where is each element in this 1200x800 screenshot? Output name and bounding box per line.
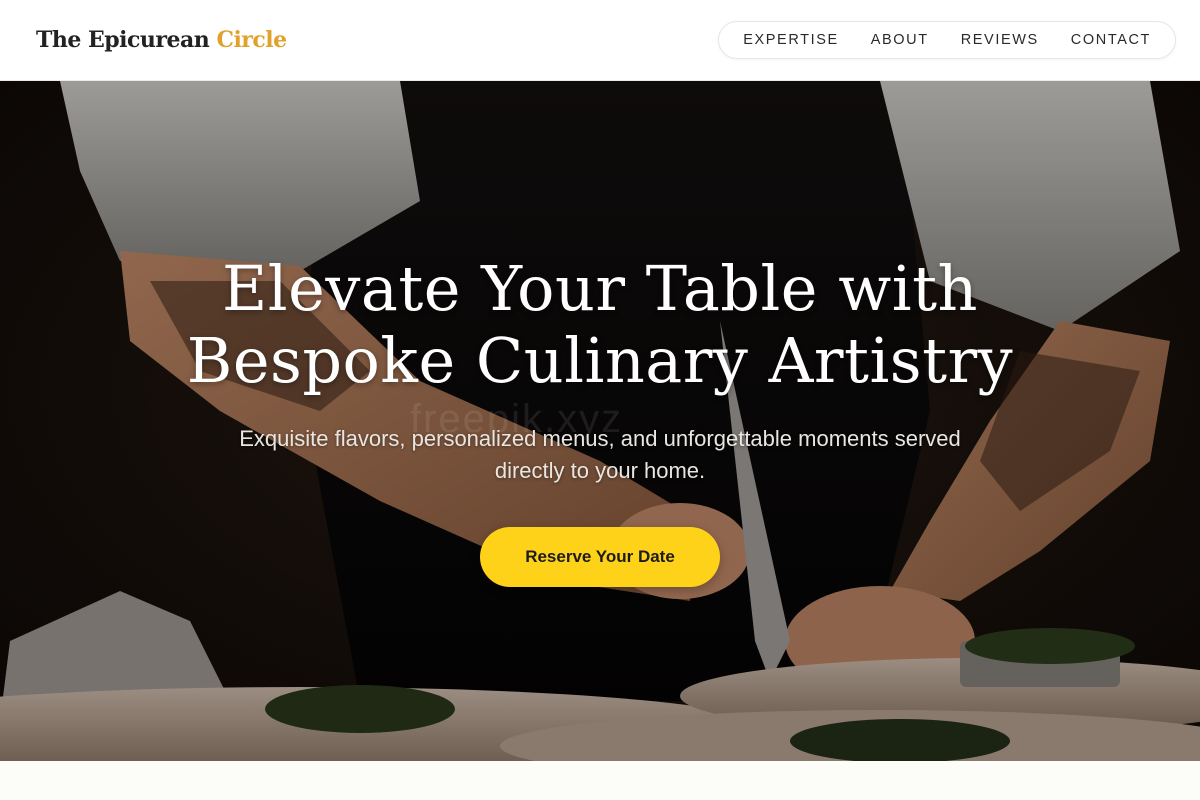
- logo-main-text: The Epicurean: [36, 27, 210, 53]
- hero-subtitle-line-1: Exquisite flavors, personalized menus, a…: [239, 426, 961, 451]
- reserve-date-button[interactable]: Reserve Your Date: [480, 527, 720, 587]
- main-nav: EXPERTISE ABOUT REVIEWS CONTACT: [718, 21, 1176, 59]
- nav-link-contact[interactable]: CONTACT: [1055, 21, 1167, 59]
- site-logo[interactable]: The Epicurean Circle: [36, 27, 287, 53]
- hero-title: Elevate Your Table with Bespoke Culinary…: [100, 253, 1100, 397]
- hero-title-line-2: Bespoke Culinary Artistry: [186, 324, 1014, 397]
- hero-title-line-1: Elevate Your Table with: [222, 252, 978, 325]
- nav-link-expertise[interactable]: EXPERTISE: [727, 21, 855, 59]
- site-header: The Epicurean Circle EXPERTISE ABOUT REV…: [0, 0, 1200, 81]
- next-section: [0, 761, 1200, 800]
- nav-link-about[interactable]: ABOUT: [855, 21, 945, 59]
- hero-subtitle: Exquisite flavors, personalized menus, a…: [180, 423, 1020, 487]
- nav-link-reviews[interactable]: REVIEWS: [945, 21, 1055, 59]
- hero-content: freepik.xyz Elevate Your Table with Besp…: [0, 81, 1200, 761]
- hero-subtitle-line-2: directly to your home.: [494, 458, 706, 483]
- hero-section: freepik.xyz Elevate Your Table with Besp…: [0, 81, 1200, 761]
- logo-accent-text: Circle: [216, 27, 287, 53]
